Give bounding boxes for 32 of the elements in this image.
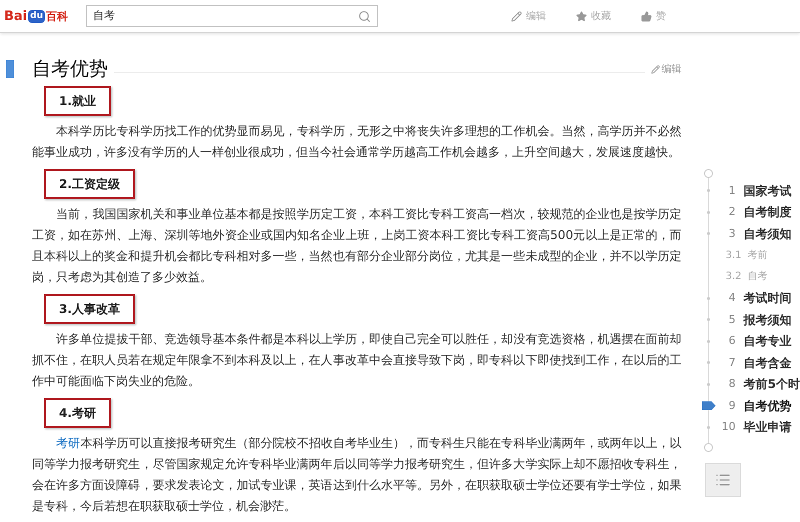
title-marker bbox=[6, 60, 14, 78]
pencil-icon bbox=[511, 10, 522, 22]
list-icon bbox=[714, 472, 731, 488]
paragraph: 许多单位提拔干部、竞选领导基本条件都是本科以上学历，即使自己完全可以胜任，却没有竞选资格，机遇摆在面前却抓不住，在职人员若在规定年限拿不到本科及以上，在人事改革中会直接导致下岗，即专科以下即使找到工作，在以后的工作中可能面临下岗失业的危险。 bbox=[32, 330, 682, 390]
toc-item[interactable]: 4 考试时间 bbox=[686, 288, 800, 309]
toc-item[interactable]: 7 自考含金 bbox=[686, 352, 800, 374]
pencil-icon bbox=[650, 64, 660, 74]
toc-item[interactable]: 2 自考制度 bbox=[686, 202, 800, 223]
link[interactable]: 考研 bbox=[56, 436, 80, 450]
thumbs-up-icon bbox=[641, 10, 652, 22]
search-input[interactable]: 自考 bbox=[93, 8, 358, 24]
search-field[interactable]: 自考 bbox=[86, 5, 378, 27]
toc-item[interactable]: 3 自考须知 bbox=[686, 223, 800, 244]
search-icon[interactable] bbox=[358, 10, 371, 22]
paragraph: 当前，我国国家机关和事业单位基本都是按照学历定工资，本科工资比专科工资高一档次，较规范的企业也是按学历定工资，如在苏州、上海、深圳等地外资企业或国内知名企业上班，上岗工资本科工资比专科工资高500元以上是正常的，而且本科以上的奖金和提升机会都比专科相对多一些，当然也有部分企业部分岗位，尤其是一些未成型的企业，并不以学历定岗，只考虑为其创造了多少效益。 bbox=[32, 206, 682, 286]
section-heading: 2.工资定级 bbox=[44, 168, 135, 198]
toc-toggle-button[interactable] bbox=[704, 463, 741, 497]
section-heading: 4.考研 bbox=[44, 398, 111, 428]
section-heading: 3.人事改革 bbox=[44, 294, 135, 324]
toc-item[interactable]: 1 国家考试 bbox=[686, 180, 800, 202]
toc-item[interactable]: 6 自考专业 bbox=[686, 330, 800, 352]
paragraph: 考研本科学历可以直接报考研究生（部分院校不招收自考毕业生），而专科生只能在专科毕业满两年，或两年以上，以同等学力报考研究生，尽管国家规定允许专科毕业满两年后以同等学力报考研究生，但许多大学实际上却不愿招收专科生，会在许多方面设障碍，要求发表论文，加试专业课，英语达到什么水平等。另外，在职获取硕士学位还要有学士学位，如果是专科，今后若想在职获取硕士学位，机会渺茫。 bbox=[32, 434, 682, 514]
toc-item[interactable]: 5 报考须知 bbox=[686, 309, 800, 330]
logo[interactable]: Bai du 百科 bbox=[4, 10, 80, 22]
toc-item[interactable]: 9 自考优势 bbox=[686, 395, 800, 416]
star-icon bbox=[576, 10, 587, 22]
paragraph: 本科学历比专科学历找工作的优势显而易见，专科学历，无形之中将丧失许多理想的工作机会。当然，高学历并不必然能事业成功，许多没有学历的人一样创业很成功，但当今社会通常学历越高工作机会越多，上升空间越大，发展速度越快。 bbox=[32, 122, 682, 160]
section-heading: 1.就业 bbox=[44, 86, 111, 116]
current-marker-icon bbox=[702, 401, 716, 410]
section-title: 自考优势 bbox=[32, 57, 108, 82]
toc-item[interactable]: 8 考前5个时 bbox=[686, 374, 800, 395]
toc-item[interactable]: 10 毕业申请 bbox=[686, 416, 800, 438]
